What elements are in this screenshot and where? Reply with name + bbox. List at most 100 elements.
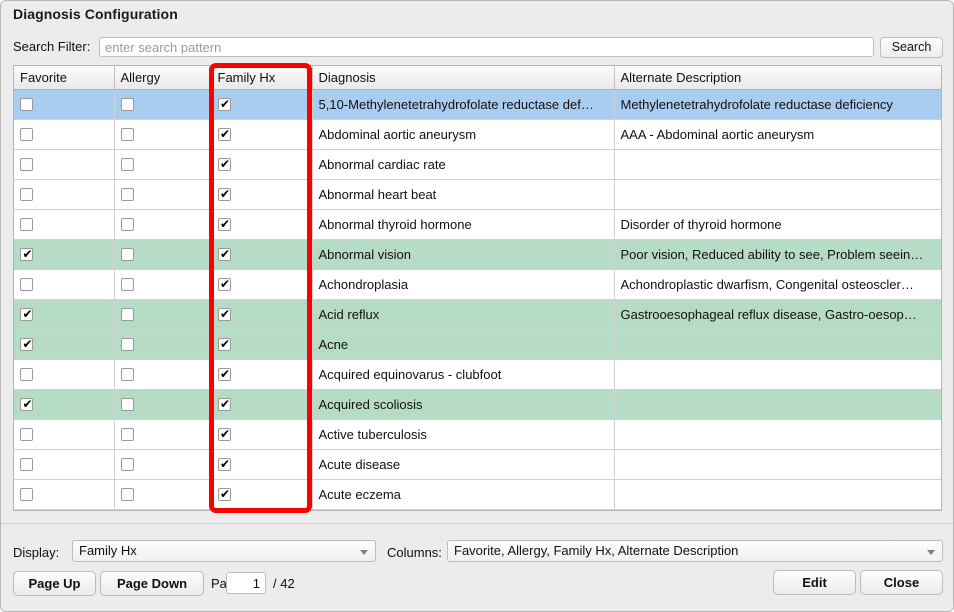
family-hx-checkbox[interactable] (217, 366, 232, 382)
allergy-checkbox[interactable] (120, 248, 134, 262)
table-row[interactable]: Abnormal cardiac rate (14, 149, 941, 180)
family-hx-checkbox[interactable] (217, 336, 232, 352)
allergy-cell[interactable] (114, 119, 212, 150)
family-hx-checkbox[interactable] (217, 96, 232, 112)
family-hx-cell[interactable] (211, 359, 313, 390)
family-hx-cell[interactable] (211, 119, 313, 150)
table-row[interactable]: Acute eczema (14, 479, 941, 510)
alternate-description-cell[interactable]: Poor vision, Reduced ability to see, Pro… (614, 239, 941, 270)
favorite-cell[interactable] (14, 329, 115, 360)
diagnosis-cell[interactable]: Acute disease (312, 449, 615, 480)
favorite-cell[interactable] (14, 419, 115, 450)
family-hx-checkbox[interactable] (217, 486, 232, 502)
favorite-checkbox[interactable] (20, 246, 34, 262)
favorite-checkbox[interactable] (20, 98, 33, 112)
family-hx-checkbox[interactable] (217, 156, 232, 172)
diagnosis-cell[interactable]: Acquired equinovarus - clubfoot (312, 359, 615, 390)
diagnosis-cell[interactable]: Abdominal aortic aneurysm (312, 119, 615, 150)
allergy-cell[interactable] (114, 209, 212, 240)
table-row[interactable]: Active tuberculosis (14, 419, 941, 450)
column-header-diagnosis[interactable]: Diagnosis (312, 66, 615, 90)
allergy-cell[interactable] (114, 419, 212, 450)
family-hx-cell[interactable] (211, 89, 313, 120)
allergy-cell[interactable] (114, 329, 212, 360)
family-hx-cell[interactable] (211, 419, 313, 450)
diagnosis-cell[interactable]: Abnormal cardiac rate (312, 149, 615, 180)
table-row[interactable]: Acid refluxGastrooesophageal reflux dise… (14, 299, 941, 330)
family-hx-checkbox[interactable] (217, 276, 232, 292)
favorite-cell[interactable] (14, 89, 115, 120)
alternate-description-cell[interactable] (614, 359, 941, 390)
display-select[interactable]: Family Hx (72, 540, 376, 562)
table-row[interactable]: Acute disease (14, 449, 941, 480)
allergy-cell[interactable] (114, 149, 212, 180)
family-hx-cell[interactable] (211, 449, 313, 480)
favorite-cell[interactable] (14, 119, 115, 150)
column-header-family-hx[interactable]: Family Hx (211, 66, 313, 90)
table-row[interactable]: Abnormal heart beat (14, 179, 941, 210)
family-hx-cell[interactable] (211, 329, 313, 360)
column-header-favorite[interactable]: Favorite (14, 66, 115, 90)
alternate-description-cell[interactable] (614, 329, 941, 360)
allergy-checkbox[interactable] (120, 278, 134, 292)
allergy-cell[interactable] (114, 449, 212, 480)
diagnosis-cell[interactable]: Acid reflux (312, 299, 615, 330)
page-number-input[interactable] (226, 572, 266, 594)
table-row[interactable]: 5,10-Methylenetetrahydrofolate reductase… (14, 89, 941, 120)
alternate-description-cell[interactable]: Gastrooesophageal reflux disease, Gastro… (614, 299, 941, 330)
family-hx-checkbox[interactable] (217, 456, 232, 472)
favorite-checkbox[interactable] (20, 428, 33, 442)
family-hx-checkbox[interactable] (217, 306, 232, 322)
family-hx-cell[interactable] (211, 179, 313, 210)
family-hx-checkbox[interactable] (217, 186, 232, 202)
diagnosis-cell[interactable]: Abnormal thyroid hormone (312, 209, 615, 240)
allergy-checkbox[interactable] (120, 218, 134, 232)
diagnosis-cell[interactable]: 5,10-Methylenetetrahydrofolate reductase… (312, 89, 615, 120)
alternate-description-cell[interactable] (614, 479, 941, 510)
favorite-checkbox[interactable] (20, 488, 33, 502)
allergy-cell[interactable] (114, 239, 212, 270)
family-hx-cell[interactable] (211, 239, 313, 270)
family-hx-cell[interactable] (211, 299, 313, 330)
table-row[interactable]: Abnormal visionPoor vision, Reduced abil… (14, 239, 941, 270)
diagnosis-cell[interactable]: Acne (312, 329, 615, 360)
diagnosis-cell[interactable]: Abnormal heart beat (312, 179, 615, 210)
favorite-checkbox[interactable] (20, 306, 34, 322)
alternate-description-cell[interactable]: Achondroplastic dwarfism, Congenital ost… (614, 269, 941, 300)
diagnosis-cell[interactable]: Achondroplasia (312, 269, 615, 300)
column-header-alternate-description[interactable]: Alternate Description (614, 66, 941, 90)
favorite-checkbox[interactable] (20, 368, 33, 382)
search-button[interactable]: Search (880, 37, 943, 58)
allergy-cell[interactable] (114, 359, 212, 390)
allergy-checkbox[interactable] (120, 398, 134, 412)
family-hx-checkbox[interactable] (217, 126, 232, 142)
columns-select[interactable]: Favorite, Allergy, Family Hx, Alternate … (447, 540, 943, 562)
favorite-cell[interactable] (14, 149, 115, 180)
allergy-checkbox[interactable] (120, 188, 134, 202)
favorite-cell[interactable] (14, 479, 115, 510)
family-hx-cell[interactable] (211, 149, 313, 180)
favorite-checkbox[interactable] (20, 396, 34, 412)
allergy-checkbox[interactable] (120, 308, 134, 322)
alternate-description-cell[interactable] (614, 419, 941, 450)
favorite-cell[interactable] (14, 389, 115, 420)
allergy-checkbox[interactable] (120, 428, 134, 442)
allergy-checkbox[interactable] (120, 368, 134, 382)
close-button[interactable]: Close (860, 570, 943, 595)
column-header-allergy[interactable]: Allergy (114, 66, 212, 90)
allergy-cell[interactable] (114, 179, 212, 210)
allergy-checkbox[interactable] (120, 128, 134, 142)
favorite-cell[interactable] (14, 179, 115, 210)
allergy-cell[interactable] (114, 89, 212, 120)
allergy-checkbox[interactable] (120, 458, 134, 472)
family-hx-cell[interactable] (211, 269, 313, 300)
allergy-checkbox[interactable] (120, 158, 134, 172)
diagnosis-cell[interactable]: Acquired scoliosis (312, 389, 615, 420)
allergy-cell[interactable] (114, 389, 212, 420)
allergy-checkbox[interactable] (120, 98, 134, 112)
family-hx-checkbox[interactable] (217, 396, 232, 412)
table-row[interactable]: Acne (14, 329, 941, 360)
favorite-checkbox[interactable] (20, 188, 33, 202)
favorite-cell[interactable] (14, 359, 115, 390)
favorite-checkbox[interactable] (20, 218, 33, 232)
